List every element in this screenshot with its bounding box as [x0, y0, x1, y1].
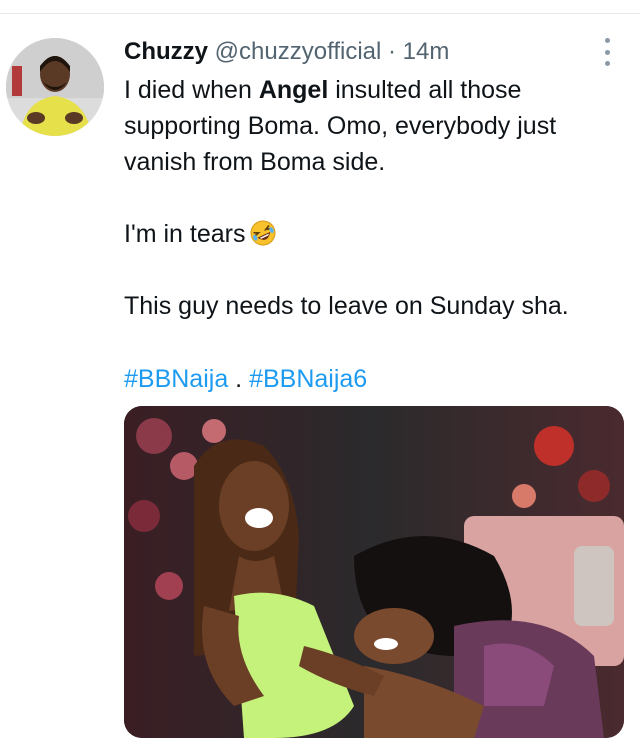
vertical-ellipsis-icon[interactable] — [600, 38, 614, 66]
tweet-paragraph-3: This guy needs to leave on Sunday sha. — [124, 292, 569, 320]
rolling-laughing-emoji-icon — [250, 220, 276, 246]
tweet-text: I died when Angel insulted all those sup… — [124, 72, 624, 324]
hashtag-bbnaija[interactable]: #BBNaija — [124, 365, 228, 393]
tweet-media-photo[interactable] — [124, 406, 624, 738]
author-handle[interactable]: @chuzzyofficial — [215, 38, 382, 65]
hashtag-bbnaija6[interactable]: #BBNaija6 — [249, 365, 367, 393]
text-segment: I died when — [124, 76, 259, 104]
bold-mention-angel: Angel — [258, 76, 329, 104]
tweet-header: Chuzzy @chuzzyofficial · 14m — [124, 37, 594, 67]
tweet-paragraph-2: I'm in tears — [124, 216, 624, 252]
media-image — [124, 406, 624, 738]
author-name[interactable]: Chuzzy — [124, 38, 208, 65]
tweet-paragraph-1: I died when Angel insulted all those sup… — [124, 72, 624, 180]
header-separator: · — [388, 38, 396, 65]
avatar-photo — [6, 38, 104, 136]
avatar[interactable] — [6, 38, 104, 136]
top-divider — [0, 13, 640, 14]
hashtag-separator: . — [228, 365, 250, 393]
text-segment: I'm in tears — [124, 220, 246, 248]
hashtag-row: #BBNaija . #BBNaija6 — [124, 362, 367, 396]
tweet-timestamp[interactable]: 14m — [403, 38, 450, 65]
